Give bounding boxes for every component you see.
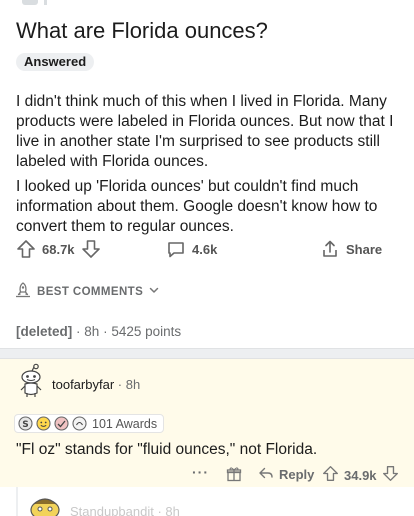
helpful-award-icon: [54, 416, 69, 431]
collapsed-deleted-comment[interactable]: [deleted] · 8h · 5425 points: [16, 324, 181, 339]
upvote-icon[interactable]: [322, 465, 339, 485]
comment-author[interactable]: toofarbyfar: [52, 377, 114, 392]
post-flair[interactable]: Answered: [16, 53, 95, 71]
reply-label: Reply: [279, 467, 315, 482]
deleted-comment-points: 5425 points: [111, 324, 182, 339]
comment-count: 4.6k: [192, 241, 218, 257]
more-options-button[interactable]: ···: [192, 464, 209, 480]
comments-button[interactable]: 4.6k: [166, 239, 306, 259]
header-fragment: [22, 0, 38, 5]
svg-text:S: S: [22, 420, 28, 430]
share-label: Share: [346, 241, 383, 257]
deleted-user: [deleted]: [16, 324, 73, 339]
post-title: What are Florida ounces?: [16, 18, 268, 43]
rocket-like-award-icon: [72, 416, 87, 431]
chevron-down-icon: [148, 284, 160, 299]
upvote-icon[interactable]: [16, 239, 36, 259]
header-fragment-bar: [44, 0, 47, 5]
post-body-paragraph: I didn't think much of this when I lived…: [16, 93, 394, 170]
comment-text: "Fl oz" stands for "fluid ounces," not F…: [16, 441, 318, 458]
gift-award-icon[interactable]: [226, 466, 242, 487]
comment-vote-group: 34.9k: [322, 465, 399, 485]
downvote-icon[interactable]: [81, 239, 101, 259]
avatar[interactable]: [28, 494, 62, 516]
comment-meta: toofarbyfar · 8h: [52, 377, 140, 392]
post-vote-group: 68.7k: [16, 239, 166, 259]
share-button[interactable]: Share: [320, 239, 382, 259]
next-comment-meta: Standupbandit · 8h: [70, 504, 180, 516]
deleted-comment-age: 8h: [84, 324, 100, 339]
comment-vote-count: 34.9k: [344, 467, 377, 483]
section-divider: [0, 348, 414, 359]
comment-bubble-icon: [166, 239, 186, 259]
rocket-icon: [14, 281, 32, 302]
meta-separator: ·: [103, 324, 108, 339]
wholesome-award-icon: [36, 416, 51, 431]
highlighted-comment: toofarbyfar · 8h S 101 Awards "Fl oz" st…: [0, 359, 414, 487]
post-actions: 68.7k 4.6k Share: [16, 237, 400, 261]
reply-button[interactable]: Reply: [258, 465, 314, 484]
comment-age: 8h: [125, 377, 141, 392]
awards-bar[interactable]: S 101 Awards: [14, 414, 165, 433]
post-vote-count: 68.7k: [42, 241, 75, 257]
awards-count: 101 Awards: [92, 416, 158, 431]
reply-arrow-icon: [258, 465, 274, 484]
comment-sort-dropdown[interactable]: BEST COMMENTS: [14, 281, 160, 302]
avatar[interactable]: [16, 363, 46, 399]
silver-award-icon: S: [18, 416, 33, 431]
sort-label: BEST COMMENTS: [37, 285, 144, 298]
top-strip: [0, 0, 414, 8]
share-icon: [320, 239, 340, 259]
thread-line[interactable]: [16, 487, 18, 516]
comment-actions: ··· Reply 34.9k: [0, 464, 414, 484]
post-body-paragraph: I looked up 'Florida ounces' but couldn'…: [16, 178, 378, 235]
downvote-icon[interactable]: [382, 465, 399, 485]
meta-separator: ·: [117, 377, 123, 392]
meta-separator: ·: [76, 324, 81, 339]
